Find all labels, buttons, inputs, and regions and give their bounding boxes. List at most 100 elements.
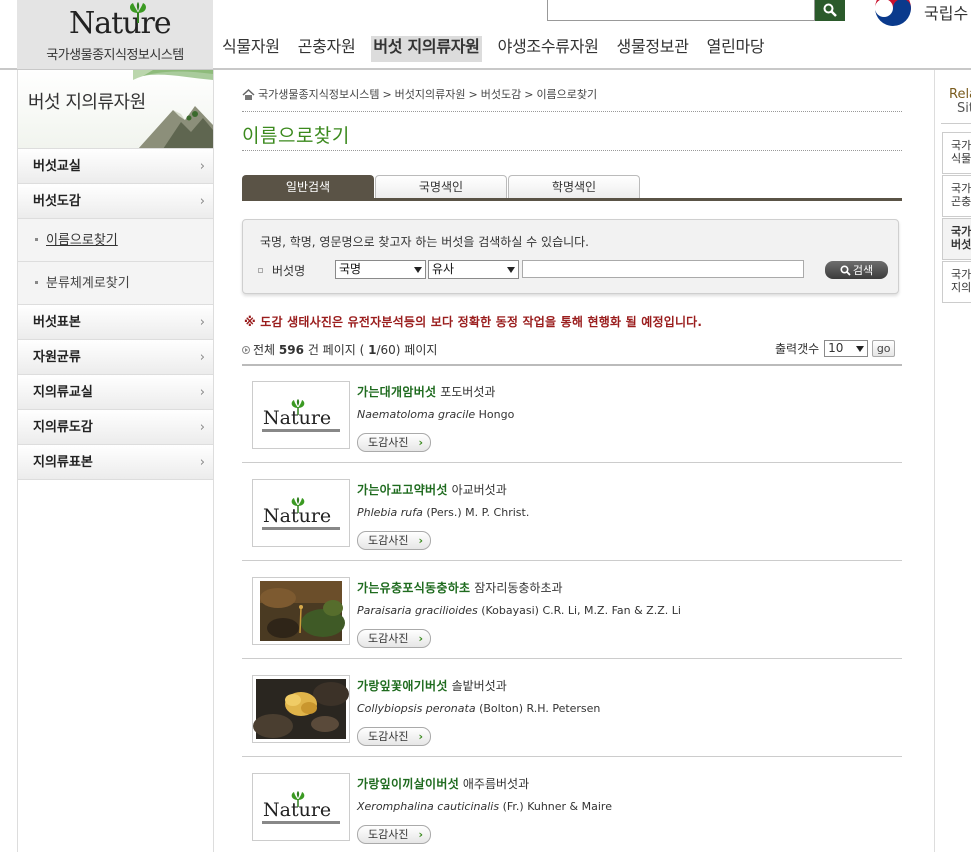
korean-name-link[interactable]: 가랑잎꽃애기버섯 xyxy=(357,679,448,693)
chevron-right-icon: › xyxy=(418,730,423,743)
family-name: 아교버섯과 xyxy=(451,483,507,497)
svg-text:Nature: Nature xyxy=(263,799,331,821)
author-name: (Fr.) Kuhner & Maire xyxy=(502,800,612,813)
main-navigation: 식물자원 곤충자원 버섯 지의류자원 야생조수류자원 생물정보관 열린마당 xyxy=(213,36,773,62)
list-item: Nature 가는대개암버섯 포도버섯과 Naematoloma gracile H… xyxy=(242,365,902,463)
go-button[interactable]: go xyxy=(872,340,896,357)
korean-name-link[interactable]: 가는아교고약버섯 xyxy=(357,483,448,497)
search-submit-button[interactable]: 검색 xyxy=(825,261,888,279)
global-search-button[interactable] xyxy=(815,0,845,21)
search-icon xyxy=(823,3,837,17)
guide-photo-button[interactable]: 도감사진 › xyxy=(357,727,431,746)
guide-photo-button[interactable]: 도감사진 › xyxy=(357,825,431,844)
tab-3[interactable]: 학명색인 xyxy=(508,175,640,198)
related-sites-title: Rela Sit xyxy=(949,87,971,116)
chevron-right-icon: › xyxy=(418,534,423,547)
site-logo[interactable]: Nature 국가생물종지식정보시스템 xyxy=(17,0,213,69)
species-thumbnail[interactable] xyxy=(252,675,350,743)
nav-item-2[interactable]: 곤충자원 xyxy=(289,36,365,62)
scientific-name: Xeromphalina cauticinalis xyxy=(357,800,500,813)
related-site-1[interactable]: 국가 식물 xyxy=(942,132,971,174)
species-thumbnail[interactable]: Nature xyxy=(252,381,350,449)
site-header: Nature 국가생물종지식정보시스템 국립수 식물자원 곤충자원 버섯 지의류자원… xyxy=(0,0,971,70)
korean-name-link[interactable]: 가는대개암버섯 xyxy=(357,385,436,399)
species-photo[interactable] xyxy=(253,578,349,644)
search-label: 버섯명 xyxy=(258,262,305,279)
chevron-right-icon: › xyxy=(199,420,205,435)
chevron-right-icon: › xyxy=(199,455,205,470)
per-page-select[interactable]: 10 xyxy=(824,340,869,357)
guide-photo-label: 도감사진 xyxy=(368,828,409,841)
sidebar-subitem-3[interactable]: 이름으로찾기 xyxy=(18,219,213,262)
scientific-name: Paraisaria gracilioides xyxy=(357,604,478,617)
family-name: 포도버섯과 xyxy=(440,385,496,399)
sidebar-menu: 버섯교실 › 버섯도감 › 이름으로찾기 분류체계로찾기 버섯표본 › 자원균류 › 지의류교실 › 지… xyxy=(18,149,213,480)
tab-underline xyxy=(242,198,902,201)
author-name: (Bolton) R.H. Petersen xyxy=(479,702,601,715)
sidebar-title: 버섯 지의류자원 xyxy=(28,92,146,113)
leaf-logo-icon xyxy=(130,2,146,23)
nav-item-4[interactable]: 야생조수류자원 xyxy=(489,36,608,62)
related-site-2[interactable]: 국가 곤충 xyxy=(942,175,971,217)
list-item: 가는유충포식동충하초 잠자리동충하초과 Paraisaria gracilioid… xyxy=(242,561,902,659)
breadcrumb-separator: > xyxy=(382,87,392,101)
breadcrumb-item-1[interactable]: 국가생물종지식정보시스템 xyxy=(258,86,379,102)
agency-name[interactable]: 국립수 xyxy=(924,0,968,24)
global-search-input[interactable] xyxy=(547,0,815,21)
related-site-4[interactable]: 국가지의류 xyxy=(942,261,971,303)
korean-name-link[interactable]: 가는유충포식동충하초 xyxy=(357,581,470,595)
nature-logo-thumbnail: Nature xyxy=(253,774,349,840)
family-name: 애주름버섯과 xyxy=(462,777,530,791)
tab-1[interactable]: 일반검색 xyxy=(242,175,374,198)
sidebar-item-8[interactable]: 지의류도감 › xyxy=(18,410,213,445)
chevron-down-icon xyxy=(856,346,865,352)
family-name: 잠자리동충하초과 xyxy=(474,581,563,595)
guide-photo-button[interactable]: 도감사진 › xyxy=(357,629,431,648)
related-site-3[interactable]: 국가 버섯 xyxy=(942,218,971,260)
nav-item-3[interactable]: 버섯 지의류자원 xyxy=(371,36,482,62)
species-thumbnail[interactable]: Nature xyxy=(252,773,350,841)
guide-photo-button[interactable]: 도감사진 › xyxy=(357,531,431,550)
sidebar-item-6[interactable]: 자원균류 › xyxy=(18,340,213,375)
related-site-label: 식물 xyxy=(951,152,971,165)
nav-item-1[interactable]: 식물자원 xyxy=(213,36,289,62)
sidebar-item-1[interactable]: 버섯교실 › xyxy=(18,149,213,184)
species-thumbnail[interactable]: Nature xyxy=(252,479,350,547)
author-name: (Kobayasi) C.R. Li, M.Z. Fan & Z.Z. Li xyxy=(481,604,681,617)
sidebar-item-9[interactable]: 지의류표본 › xyxy=(18,445,213,480)
sidebar-item-7[interactable]: 지의류교실 › xyxy=(18,375,213,410)
logo-subtitle: 국가생물종지식정보시스템 xyxy=(46,48,184,63)
breadcrumb-item-2[interactable]: 버섯지의류자원 xyxy=(395,86,466,102)
chevron-right-icon: › xyxy=(199,315,205,330)
sidebar-subitem-4[interactable]: 분류체계로찾기 xyxy=(18,262,213,305)
breadcrumb-item-3[interactable]: 버섯도감 xyxy=(481,86,521,102)
guide-photo-label: 도감사진 xyxy=(368,534,409,547)
species-thumbnail[interactable] xyxy=(252,577,350,645)
chevron-right-icon: › xyxy=(199,194,205,209)
home-icon[interactable] xyxy=(242,88,255,100)
korean-name-link[interactable]: 가랑잎이끼살이버섯 xyxy=(357,777,459,791)
scientific-name-line: Collybiopsis peronata (Bolton) R.H. Pete… xyxy=(357,702,600,715)
list-item: Nature 가는아교고약버섯 아교버섯과 Phlebia rufa (Pers.)… xyxy=(242,463,902,561)
scientific-name: Naematoloma gracile xyxy=(357,408,476,421)
species-photo[interactable] xyxy=(253,676,349,742)
sidebar-item-2[interactable]: 버섯도감 › xyxy=(18,184,213,219)
species-name-line: 가는유충포식동충하초 잠자리동충하초과 xyxy=(357,579,563,596)
svg-text:Nature: Nature xyxy=(263,505,331,527)
sidebar-item-label: 버섯표본 xyxy=(33,315,81,330)
result-summary: 전체 596 건 페이지 ( 1/60) 페이지 xyxy=(242,341,437,358)
species-name-line: 가랑잎꽃애기버섯 솔밭버섯과 xyxy=(357,677,507,694)
search-keyword-input[interactable] xyxy=(522,260,804,278)
author-name: Hongo xyxy=(478,408,515,421)
nav-item-6[interactable]: 열린마당 xyxy=(698,36,774,62)
search-match-select[interactable]: 유사 xyxy=(428,260,519,279)
sidebar-item-5[interactable]: 버섯표본 › xyxy=(18,305,213,340)
tab-2[interactable]: 국명색인 xyxy=(375,175,507,198)
guide-photo-button[interactable]: 도감사진 › xyxy=(357,433,431,452)
search-field-select[interactable]: 국명 xyxy=(335,260,426,279)
notice-text: ※ 도감 생태사진은 유전자분석등의 보다 정확한 동정 작업을 통해 현행화 … xyxy=(244,315,703,329)
breadcrumb-item-4[interactable]: 이름으로찾기 xyxy=(536,86,597,102)
nav-item-5[interactable]: 생물정보관 xyxy=(608,36,698,62)
page-title: 이름으로찾기 xyxy=(242,125,350,147)
breadcrumb: 국가생물종지식정보시스템 > 버섯지의류자원 > 버섯도감 > 이름으로찾기 xyxy=(242,86,597,102)
